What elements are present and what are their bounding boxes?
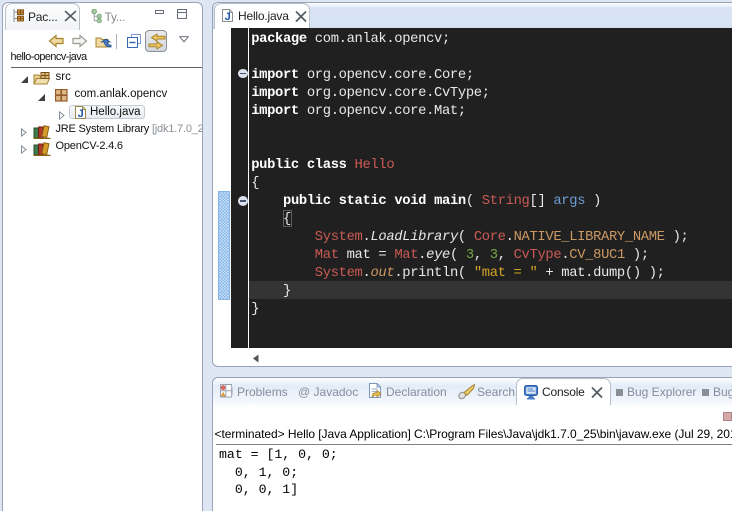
svg-text:J: J	[77, 108, 83, 119]
svg-text:J: J	[225, 11, 231, 22]
